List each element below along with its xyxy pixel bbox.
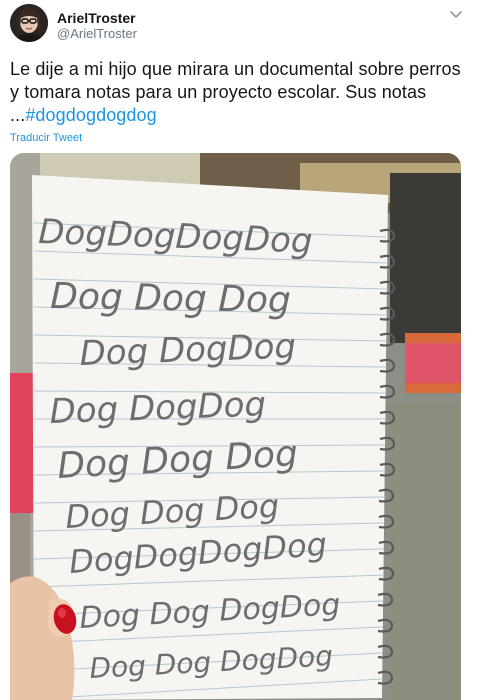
tweet: ArielTroster @ArielTroster Le dije a mi … bbox=[0, 0, 478, 700]
display-name[interactable]: ArielTroster bbox=[57, 10, 136, 26]
user-handle[interactable]: @ArielTroster bbox=[57, 26, 137, 41]
tweet-photo[interactable]: DogDogDogDog Dog Dog Dog Dog DogDog Dog … bbox=[10, 153, 461, 700]
chevron-down-icon[interactable] bbox=[446, 5, 466, 25]
handwriting-line: Dog DogDog bbox=[79, 326, 297, 374]
translate-tweet-link[interactable]: Traducir Tweet bbox=[10, 132, 82, 144]
hashtag-link[interactable]: #dogdogdogdog bbox=[25, 105, 156, 125]
avatar[interactable] bbox=[10, 4, 48, 42]
handwriting-line: Dog DogDog bbox=[49, 384, 267, 432]
handwriting-line: Dog Dog Dog bbox=[50, 276, 291, 321]
tweet-text: Le dije a mi hijo que mirara un document… bbox=[10, 58, 465, 127]
